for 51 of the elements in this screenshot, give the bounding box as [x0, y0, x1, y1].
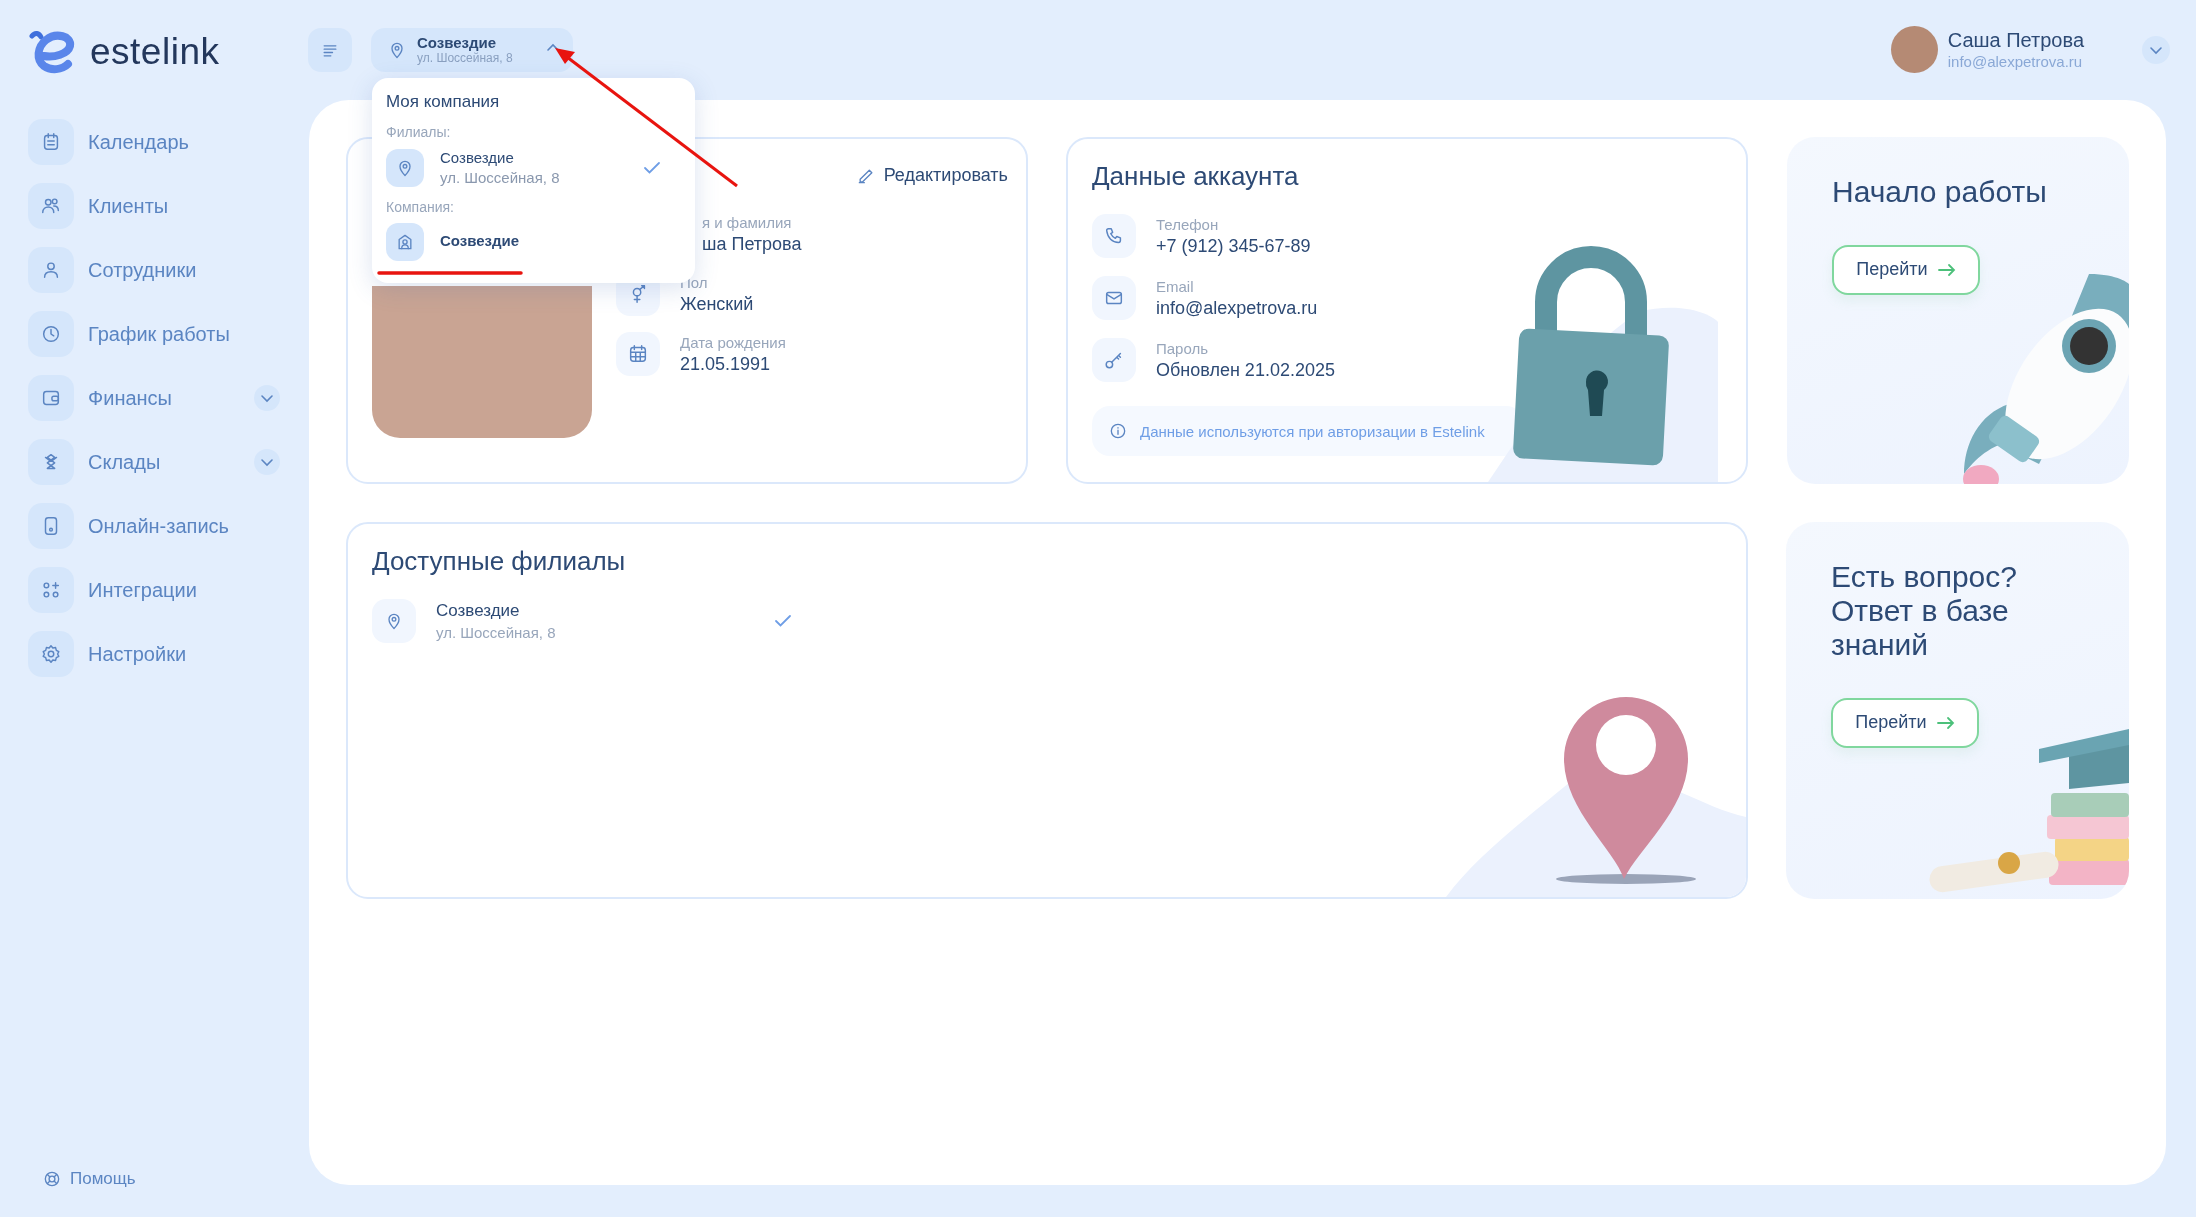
section-label: Филиалы: [386, 124, 452, 140]
lifebuoy-icon [42, 1169, 62, 1189]
go-button[interactable]: Перейти [1832, 244, 1980, 295]
sidebar-item[interactable]: Склады [28, 440, 280, 484]
location-selector[interactable]: Созвездие ул. Шоссейная, 8 [371, 28, 573, 72]
sidebar-item[interactable]: Настройки [28, 632, 280, 676]
branch-option[interactable]: Созвездие ул. Шоссейная, 8 [386, 148, 681, 189]
edit-button[interactable]: Редактировать [855, 161, 1008, 190]
expand-button[interactable] [254, 385, 280, 411]
apps-icon [40, 579, 62, 601]
branch-item[interactable]: Созвездие ул. Шоссейная, 8 [372, 599, 792, 643]
card-title: Данные аккаунта [1092, 161, 1300, 192]
field-label: Дата рождения [680, 333, 786, 351]
card-title: Доступные филиалы [372, 546, 627, 577]
settings-icon [40, 643, 62, 665]
field-label: Email [1156, 277, 1195, 295]
go-button[interactable]: Перейти [1831, 697, 1979, 748]
logo-text: estelink [90, 31, 220, 73]
calendar-grid-icon [627, 343, 649, 365]
user-name: Саша Петрова [1947, 27, 2084, 53]
field-value: ша Петрова [702, 233, 802, 255]
field-label: Пароль [1156, 339, 1210, 357]
menu-title: Моя компания [386, 92, 501, 112]
sidebar-item[interactable]: Онлайн-запись [28, 504, 280, 548]
field-label: Телефон [1156, 215, 1220, 233]
sidebar-item[interactable]: Интеграции [28, 568, 280, 612]
expand-button[interactable] [254, 449, 280, 475]
sidebar-item[interactable]: Сотрудники [28, 248, 280, 292]
help-link[interactable]: Помощь [42, 1169, 308, 1189]
field-value: Обновлен 21.02.2025 [1156, 359, 1335, 381]
field-value: 21.05.1991 [680, 353, 772, 375]
clock-icon [40, 323, 62, 345]
user-email: info@alexpetrova.ru [1947, 52, 2084, 72]
promo-title: Начало работы [1832, 175, 2048, 209]
field-value: +7 (912) 345-67-89 [1156, 235, 1311, 257]
sidebar-item[interactable]: Клиенты [28, 184, 280, 228]
field-label: я и фамилия [702, 213, 793, 231]
field-value: Женский [680, 293, 754, 315]
menu-button[interactable] [308, 28, 352, 72]
arrow-right-icon [1936, 715, 1955, 730]
user-menu-button[interactable] [2142, 35, 2170, 64]
sidebar-item[interactable]: Календарь [28, 120, 280, 164]
info-icon [1108, 421, 1128, 441]
section-label: Компания: [386, 198, 455, 215]
promo-title: Есть вопрос? Ответ в базе знаний [1831, 560, 2018, 662]
sidebar-item[interactable]: Финансы [28, 376, 280, 420]
company-option[interactable]: Созвездие [386, 222, 681, 261]
field-value: info@alexpetrova.ru [1156, 297, 1318, 319]
sidebar-item[interactable]: График работы [28, 312, 280, 356]
arrow-right-icon [1937, 262, 1956, 277]
avatar[interactable] [1890, 26, 1938, 73]
